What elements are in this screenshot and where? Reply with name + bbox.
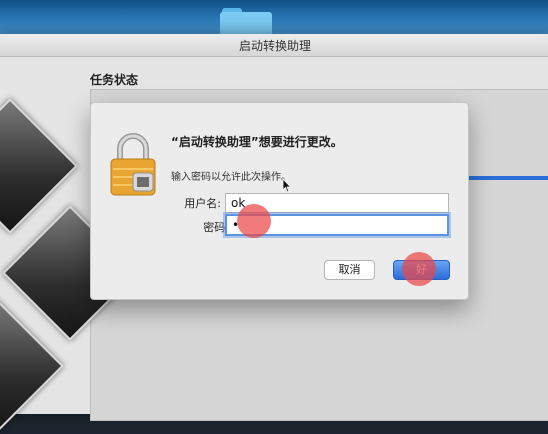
lock-icon bbox=[110, 133, 156, 196]
mouse-pointer-icon bbox=[282, 178, 292, 193]
progress-bar bbox=[468, 176, 548, 180]
tap-marker bbox=[402, 252, 436, 286]
dialog-heading: “启动转换助理”想要进行更改。 bbox=[171, 135, 343, 149]
auth-dialog: “启动转换助理”想要进行更改。 输入密码以允许此次操作。 用户名: ok 密码:… bbox=[90, 102, 469, 300]
folder-body bbox=[220, 12, 272, 36]
window-title: 启动转换助理 bbox=[238, 39, 311, 53]
cancel-button[interactable]: 取消 bbox=[324, 260, 375, 280]
tap-marker bbox=[237, 204, 271, 238]
folder-icon[interactable] bbox=[220, 8, 272, 36]
task-status-title: 任务状态 bbox=[90, 73, 139, 87]
dialog-prompt: 输入密码以允许此次操作。 bbox=[171, 172, 291, 183]
password-label: 密码: bbox=[203, 221, 229, 234]
username-label: 用户名: bbox=[184, 197, 221, 210]
window-titlebar[interactable]: 启动转换助理 bbox=[0, 34, 548, 57]
